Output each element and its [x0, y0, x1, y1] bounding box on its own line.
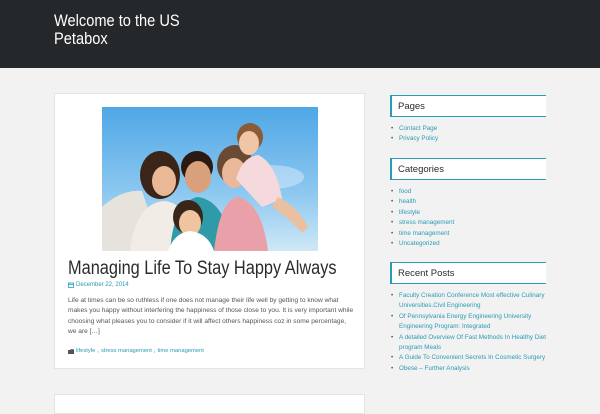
- tag-link-stress-management[interactable]: stress management: [101, 348, 152, 354]
- category-link-food[interactable]: food: [399, 188, 411, 195]
- calendar-icon: [68, 282, 74, 288]
- widget-recent-posts-header: Recent Posts: [390, 262, 546, 284]
- list-item: Of Pennsylvania Energy Engineering Unive…: [391, 312, 546, 333]
- list-item: Uncategorized: [391, 239, 546, 250]
- list-item: time management: [391, 229, 546, 240]
- category-link-time-management[interactable]: time management: [399, 230, 449, 237]
- list-item: Faculty Creation Conference Most effecti…: [391, 291, 546, 312]
- recent-posts-list: Faculty Creation Conference Most effecti…: [390, 291, 546, 375]
- recent-post-link-1[interactable]: Faculty Creation Conference Most effecti…: [399, 292, 544, 309]
- recent-post-link-2[interactable]: Of Pennsylvania Energy Engineering Unive…: [399, 313, 531, 330]
- post-tags: lifestyle, stress management, time manag…: [68, 348, 204, 354]
- next-post-card: [54, 394, 365, 414]
- list-item: Obese – Further Analysis: [391, 364, 546, 375]
- recent-post-link-3[interactable]: A detailed Overview Of Fast Methods In H…: [399, 334, 546, 351]
- folder-icon: [68, 348, 74, 354]
- featured-image[interactable]: [102, 107, 318, 251]
- tag-link-lifestyle[interactable]: lifestyle: [76, 348, 95, 354]
- site-title[interactable]: Welcome to the US Petabox: [54, 12, 226, 48]
- widget-categories-header: Categories: [390, 158, 546, 180]
- post-date: December 22, 2014: [68, 282, 129, 288]
- widget-pages: Pages Contact Page Privacy Policy: [390, 95, 546, 145]
- category-link-uncategorized[interactable]: Uncategorized: [399, 240, 440, 247]
- family-photo-icon: [102, 107, 318, 251]
- widget-recent-posts-title: Recent Posts: [398, 268, 455, 279]
- site-title-line-1[interactable]: Welcome to the US: [54, 12, 226, 30]
- page-link-privacy[interactable]: Privacy Policy: [399, 135, 438, 142]
- page-link-contact[interactable]: Contact Page: [399, 125, 437, 132]
- widget-pages-title: Pages: [398, 101, 425, 112]
- category-link-stress-management[interactable]: stress management: [399, 219, 454, 226]
- list-item: A Guide To Convenient Secrets In Cosmeti…: [391, 353, 546, 364]
- widget-categories-title: Categories: [398, 164, 444, 175]
- recent-post-link-4[interactable]: A Guide To Convenient Secrets In Cosmeti…: [399, 354, 545, 361]
- recent-post-link-5[interactable]: Obese – Further Analysis: [399, 365, 470, 372]
- category-link-lifestyle[interactable]: lifestyle: [399, 209, 420, 216]
- tag-link-time-management[interactable]: time management: [158, 348, 204, 354]
- categories-list: food health lifestyle stress management …: [390, 187, 546, 250]
- post-excerpt: Life at times can be so ruthless if one …: [68, 297, 354, 336]
- post-date-text[interactable]: December 22, 2014: [76, 282, 129, 288]
- list-item: Privacy Policy: [391, 134, 546, 145]
- list-item: Contact Page: [391, 124, 546, 135]
- site-title-line-2[interactable]: Petabox: [54, 30, 226, 48]
- pages-list: Contact Page Privacy Policy: [390, 124, 546, 145]
- list-item: lifestyle: [391, 208, 546, 219]
- list-item: stress management: [391, 218, 546, 229]
- post-card: Managing Life To Stay Happy Always Decem…: [54, 93, 365, 369]
- site-header: Welcome to the US Petabox: [0, 0, 600, 68]
- post-title[interactable]: Managing Life To Stay Happy Always: [68, 258, 337, 280]
- list-item: A detailed Overview Of Fast Methods In H…: [391, 333, 546, 354]
- widget-pages-header: Pages: [390, 95, 546, 117]
- category-link-health[interactable]: health: [399, 198, 416, 205]
- widget-recent-posts: Recent Posts Faculty Creation Conference…: [390, 262, 546, 375]
- list-item: health: [391, 197, 546, 208]
- list-item: food: [391, 187, 546, 198]
- widget-categories: Categories food health lifestyle stress …: [390, 158, 546, 250]
